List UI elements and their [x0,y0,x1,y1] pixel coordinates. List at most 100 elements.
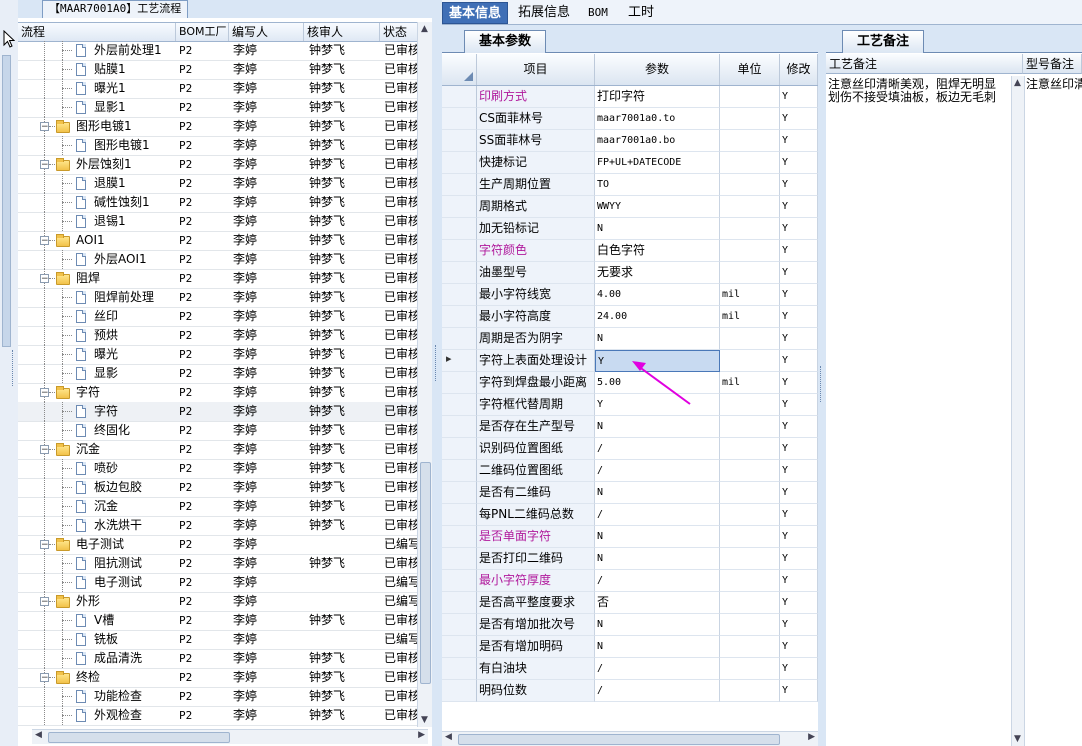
col-header-bom[interactable]: BOM工厂 [176,23,229,41]
param-modify-cell[interactable]: Y [780,196,818,218]
row-indicator[interactable] [442,570,477,592]
tree-row[interactable]: − 阻焊 P2 李婷 钟梦飞 已审核 [18,269,418,289]
param-row[interactable]: 每PNL二维码总数 / Y [442,504,818,526]
tree-row[interactable]: 外层AOI1 P2 李婷 钟梦飞 已审核 [18,250,418,270]
param-modify-cell[interactable]: Y [780,548,818,570]
param-value-cell[interactable]: / [595,658,720,680]
param-unit-cell[interactable] [720,548,780,570]
scroll-up-arrow-icon[interactable]: ▲ [421,24,428,34]
param-row[interactable]: 生产周期位置 TO Y [442,174,818,196]
param-modify-cell[interactable]: Y [780,174,818,196]
param-unit-cell[interactable] [720,350,780,372]
param-row[interactable]: 有白油块 / Y [442,658,818,680]
param-value-cell[interactable]: N [595,548,720,570]
param-value-cell[interactable]: / [595,680,720,702]
tree-row[interactable]: 铣板 P2 李婷 已编写 [18,630,418,650]
scroll-right-arrow-icon[interactable]: ▶ [418,730,425,740]
tree-row[interactable]: 沉金 P2 李婷 钟梦飞 已审核 [18,497,418,517]
param-value-cell[interactable]: N [595,614,720,636]
param-row[interactable]: 快捷标记 FP+UL+DATECODE Y [442,152,818,174]
collapse-toggle-icon[interactable]: − [40,540,49,550]
splitter-grip[interactable] [820,366,824,402]
scroll-down-arrow-icon[interactable]: ▼ [421,715,428,725]
tree-row[interactable]: V槽 P2 李婷 钟梦飞 已审核 [18,611,418,631]
collapse-toggle-icon[interactable]: − [40,445,49,455]
tree-row[interactable]: 板边包胶 P2 李婷 钟梦飞 已审核 [18,478,418,498]
param-row[interactable]: SS面菲林号 maar7001a0.bo Y [442,130,818,152]
param-value-cell[interactable]: TO [595,174,720,196]
col-header-status[interactable]: 状态 [380,23,418,41]
param-row[interactable]: 是否有增加明码 N Y [442,636,818,658]
tab-basic-params[interactable]: 基本参数 [464,30,547,53]
col-header-model-remark[interactable]: 型号备注 [1023,54,1082,74]
param-row[interactable]: 周期是否为阴字 N Y [442,328,818,350]
row-indicator[interactable] [442,108,477,130]
collapse-toggle-icon[interactable]: − [40,160,49,170]
param-unit-cell[interactable] [720,570,780,592]
col-header-param[interactable]: 参数 [595,54,720,85]
param-row[interactable]: 周期格式 WWYY Y [442,196,818,218]
tree-vertical-scrollbar[interactable]: ▲ ▼ [417,22,432,727]
tree-row[interactable]: 功能检查 P2 李婷 钟梦飞 已审核 [18,687,418,707]
param-modify-cell[interactable]: Y [780,262,818,284]
strip-scrollbar[interactable] [2,55,11,347]
process-remark-text[interactable]: 注意丝印清晰美观，阻焊无明显 划伤不接受填油板，板边无毛刺 [828,78,1010,104]
param-value-cell[interactable]: maar7001a0.bo [595,130,720,152]
param-row[interactable]: 是否高平整度要求否 Y [442,592,818,614]
col-header-unit[interactable]: 单位 [720,54,780,85]
tree-row[interactable]: 阻抗测试 P2 李婷 钟梦飞 已审核 [18,554,418,574]
collapse-toggle-icon[interactable]: − [40,274,49,284]
row-indicator[interactable] [442,130,477,152]
row-indicator[interactable] [442,438,477,460]
tree-row[interactable]: 外层前处理1 P2 李婷 钟梦飞 已审核 [18,41,418,61]
param-row[interactable]: 字符颜色 白色字符 Y [442,240,818,262]
param-value-cell[interactable]: FP+UL+DATECODE [595,152,720,174]
param-modify-cell[interactable]: Y [780,526,818,548]
param-modify-cell[interactable]: Y [780,592,818,614]
param-value-cell[interactable]: / [595,504,720,526]
tree-row[interactable]: − AOI1 P2 李婷 钟梦飞 已审核 [18,231,418,251]
param-value-cell[interactable]: 否 [595,592,720,614]
param-unit-cell[interactable] [720,218,780,240]
param-modify-cell[interactable]: Y [780,372,818,394]
param-modify-cell[interactable]: Y [780,394,818,416]
row-indicator[interactable] [442,680,477,702]
col-header-writer[interactable]: 编写人 [229,23,304,41]
param-modify-cell[interactable]: Y [780,130,818,152]
tree-row[interactable]: 退锡1 P2 李婷 钟梦飞 已审核 [18,212,418,232]
param-value-cell[interactable]: / [595,570,720,592]
tree-row[interactable]: − 外形 P2 李婷 已编写 [18,592,418,612]
row-indicator[interactable] [442,306,477,328]
remark-splitter[interactable] [818,26,826,746]
params-horizontal-scrollbar[interactable]: ◀ ▶ [442,731,818,746]
param-value-cell[interactable]: / [595,438,720,460]
scroll-down-arrow-icon[interactable]: ▼ [1014,734,1021,744]
param-row[interactable]: 是否有二维码 N Y [442,482,818,504]
tree-row[interactable]: 终固化 P2 李婷 钟梦飞 已审核 [18,421,418,441]
tree-hscroll-thumb[interactable] [48,732,230,743]
param-value-cell[interactable]: N [595,636,720,658]
tree-row[interactable]: − 沉金 P2 李婷 钟梦飞 已审核 [18,440,418,460]
param-value-cell[interactable]: N [595,328,720,350]
param-unit-cell[interactable] [720,394,780,416]
param-unit-cell[interactable] [720,86,780,108]
param-value-cell[interactable]: 白色字符 [595,240,720,262]
param-row[interactable]: 加无铅标记 N Y [442,218,818,240]
row-indicator[interactable] [442,526,477,548]
params-hscroll-thumb[interactable] [458,734,780,745]
tree-row[interactable]: 显影 P2 李婷 钟梦飞 已审核 [18,364,418,384]
param-modify-cell[interactable]: Y [780,438,818,460]
collapse-toggle-icon[interactable]: − [40,388,49,398]
param-unit-cell[interactable] [720,482,780,504]
param-value-cell[interactable]: 24.00 [595,306,720,328]
tree-row[interactable]: 水洗烘干 P2 李婷 钟梦飞 已审核 [18,516,418,536]
param-modify-cell[interactable]: Y [780,570,818,592]
param-unit-cell[interactable] [720,526,780,548]
param-unit-cell[interactable]: mil [720,306,780,328]
tab-work-hours[interactable]: 工时 [622,2,660,24]
tree-scroll-thumb[interactable] [420,462,431,684]
param-unit-cell[interactable] [720,130,780,152]
param-modify-cell[interactable]: Y [780,108,818,130]
param-row[interactable]: 最小字符厚度 / Y [442,570,818,592]
param-unit-cell[interactable] [720,240,780,262]
